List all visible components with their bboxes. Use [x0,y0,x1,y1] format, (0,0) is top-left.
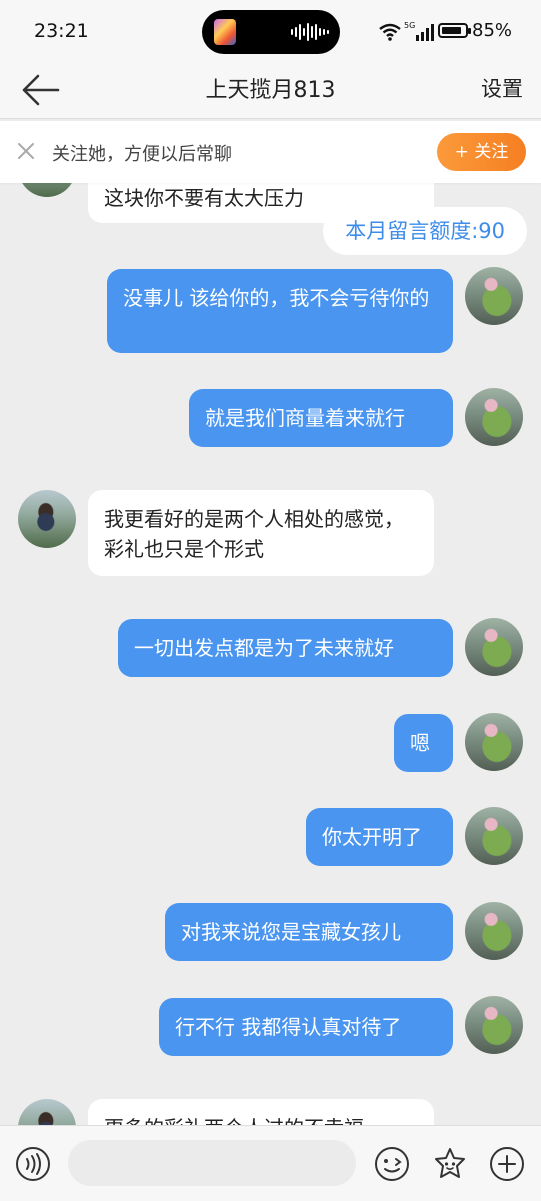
wifi-icon [379,23,401,41]
message-list[interactable]: 这块你不要有太大压力 本月留言额度:90 没事儿 该给你的，我不会亏待你的 就是… [0,183,541,1125]
message-input[interactable] [68,1140,356,1186]
my-avatar[interactable] [465,807,523,865]
contact-avatar[interactable] [18,490,76,548]
message-bubble-outgoing[interactable]: 对我来说您是宝藏女孩儿 [165,903,453,961]
sticker-icon[interactable] [432,1146,468,1182]
message-bubble-outgoing[interactable]: 你太开明了 [306,808,453,866]
emoji-icon[interactable] [374,1146,410,1182]
status-bar: 23:21 5G 85% [0,0,541,62]
message-bubble-outgoing[interactable]: 一切出发点都是为了未来就好 [118,619,453,677]
contact-avatar[interactable] [18,183,76,197]
message-bubble-outgoing[interactable]: 嗯 [394,714,453,772]
settings-button[interactable]: 设置 [481,73,523,103]
message-bubble-incoming[interactable]: 我更看好的是两个人相处的感觉，彩礼也只是个形式 [88,490,434,576]
battery-icon [438,23,471,38]
my-avatar[interactable] [465,902,523,960]
music-app-icon [214,19,236,45]
my-avatar[interactable] [465,388,523,446]
message-bubble-incoming[interactable]: 更多的彩礼两个人过的不幸福 [88,1099,434,1125]
audio-wave-icon [291,23,329,41]
message-bubble-outgoing[interactable]: 行不行 我都得认真对待了 [159,998,453,1056]
plus-icon[interactable] [489,1146,525,1182]
back-arrow-icon[interactable] [18,70,62,110]
close-icon[interactable] [16,141,36,161]
follow-banner: 关注她，方便以后常聊 + 关注 [0,121,541,183]
follow-prompt: 关注她，方便以后常聊 [52,144,232,165]
my-avatar[interactable] [465,996,523,1054]
follow-button[interactable]: + 关注 [437,133,526,171]
nav-bar: 上天揽月813 设置 [0,62,541,119]
my-avatar[interactable] [465,618,523,676]
dynamic-island[interactable] [202,10,340,54]
status-time: 23:21 [34,20,89,42]
message-bubble-outgoing[interactable]: 就是我们商量着来就行 [189,389,453,447]
message-bubble-outgoing[interactable]: 没事儿 该给你的，我不会亏待你的 [107,269,453,353]
voice-icon[interactable] [15,1146,51,1182]
battery-percent: 85% [472,20,513,41]
input-bar [0,1125,541,1201]
my-avatar[interactable] [465,713,523,771]
chat-title: 上天揽月813 [205,78,336,103]
contact-avatar[interactable] [18,1099,76,1125]
signal-icon: 5G [404,21,434,41]
my-avatar[interactable] [465,267,523,325]
message-quota: 本月留言额度:90 [323,207,527,255]
svg-text:5G: 5G [404,21,415,30]
